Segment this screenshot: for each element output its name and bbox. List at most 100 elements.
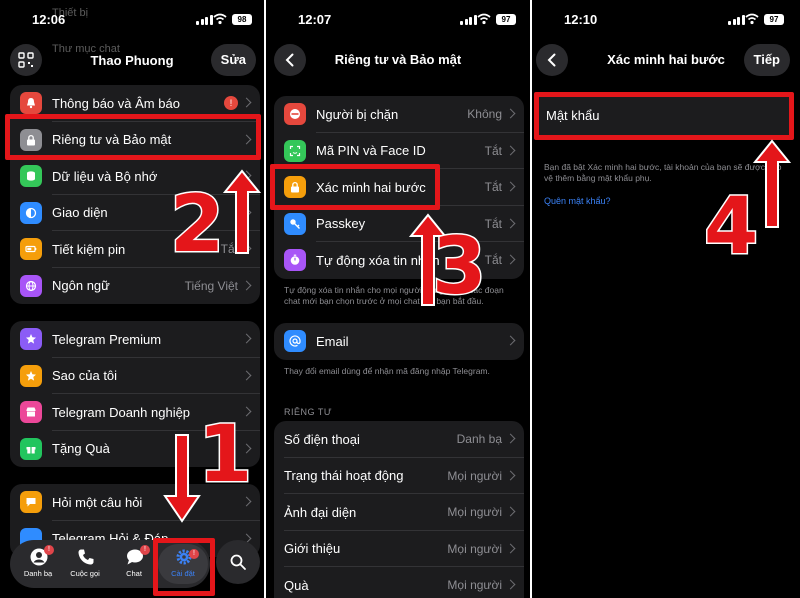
row-label: Trạng thái hoạt động bbox=[284, 468, 404, 484]
two-step-verification-panel: 12:10 97 Xác minh hai bước Tiếp Mật khẩu… bbox=[532, 0, 800, 598]
chevron-right-icon bbox=[505, 470, 516, 481]
row-label: Người bị chặn bbox=[316, 106, 399, 122]
bell-icon bbox=[20, 92, 42, 115]
tab-calls[interactable]: Cuộc gọi bbox=[60, 540, 110, 588]
tab-badge: ! bbox=[44, 545, 54, 555]
row-label: Số điện thoại bbox=[284, 431, 360, 447]
chevron-right-icon bbox=[505, 108, 516, 119]
settings-panel: 12:06 98 Thiết bị Thư mục chat Thao Phuo… bbox=[0, 0, 264, 598]
row-label: Giới thiệu bbox=[284, 541, 341, 557]
row-email[interactable]: Email bbox=[274, 323, 524, 360]
signal-icon bbox=[196, 15, 213, 25]
tab-contacts[interactable]: ! Danh bạ bbox=[13, 540, 63, 588]
email-note: Thay đổi email dùng để nhận mã đăng nhập… bbox=[284, 366, 490, 376]
star-icon bbox=[20, 364, 42, 387]
page-title: Riêng tư và Bảo mật bbox=[334, 52, 462, 67]
row-value: Tiếng Việt bbox=[184, 278, 238, 293]
chevron-right-icon bbox=[505, 433, 516, 444]
next-button[interactable]: Tiếp bbox=[743, 44, 790, 76]
status-time: 12:07 bbox=[298, 12, 332, 27]
row-label: Quà bbox=[284, 577, 309, 593]
row-label: Ảnh đại diện bbox=[284, 504, 357, 520]
highlight-privacy-row bbox=[5, 114, 261, 160]
highlight-two-step-row bbox=[270, 164, 440, 210]
arrow-down-icon bbox=[163, 434, 201, 523]
section-header-privacy: RIÊNG TƯ bbox=[284, 407, 333, 417]
chevron-right-icon bbox=[505, 145, 516, 156]
privacy-group: Số điện thoại Danh bạ Trạng thái hoạt độ… bbox=[274, 421, 524, 598]
chevron-right-icon bbox=[505, 543, 516, 554]
status-bar: 12:10 97 bbox=[532, 12, 800, 28]
row-label: Tiết kiệm pin bbox=[52, 241, 126, 257]
chevron-right-icon bbox=[505, 218, 516, 229]
chevron-right-icon bbox=[241, 280, 252, 291]
chevron-right-icon bbox=[241, 97, 252, 108]
row-gifts[interactable]: Quà Mọi người bbox=[274, 567, 524, 598]
block-icon bbox=[284, 103, 306, 126]
tab-label: Danh bạ bbox=[23, 569, 53, 578]
step-number: 4 bbox=[702, 182, 759, 272]
row-value: Mọi người bbox=[447, 578, 502, 593]
status-time: 12:10 bbox=[564, 12, 598, 27]
row-value: Không bbox=[467, 107, 502, 122]
battery-indicator: 98 bbox=[232, 14, 252, 25]
key-icon bbox=[284, 212, 306, 235]
chevron-right-icon bbox=[241, 370, 252, 381]
tab-chats[interactable]: ! Chat bbox=[109, 540, 159, 588]
step-number: 3 bbox=[430, 222, 487, 312]
row-label: Passkey bbox=[316, 216, 366, 232]
row-label: Dữ liệu và Bộ nhớ bbox=[52, 168, 158, 184]
row-auto-delete[interactable]: Tự động xóa tin nhắn Tắt bbox=[274, 242, 524, 279]
database-icon bbox=[20, 165, 42, 188]
row-label: Thông báo và Âm báo bbox=[52, 95, 180, 111]
wifi-icon bbox=[745, 13, 759, 25]
row-value: Mọi người bbox=[447, 505, 502, 520]
shop-icon bbox=[20, 401, 42, 424]
chevron-right-icon bbox=[505, 506, 516, 517]
status-bar: 12:07 97 bbox=[266, 12, 530, 28]
row-value: Tắt bbox=[484, 143, 502, 158]
at-sign-icon bbox=[284, 330, 306, 353]
row-last-seen[interactable]: Trạng thái hoạt động Mọi người bbox=[274, 458, 524, 494]
face-id-icon bbox=[284, 139, 306, 162]
row-bio[interactable]: Giới thiệu Mọi người bbox=[274, 531, 524, 567]
faded-item: Thiết bị bbox=[52, 7, 89, 19]
signal-icon bbox=[728, 15, 745, 25]
forgot-password-link[interactable]: Quên mật khẩu? bbox=[544, 196, 611, 206]
row-language[interactable]: Ngôn ngữ Tiếng Việt bbox=[10, 268, 260, 305]
search-button[interactable] bbox=[216, 540, 260, 584]
chevron-right-icon bbox=[241, 333, 252, 344]
row-phone-number[interactable]: Số điện thoại Danh bạ bbox=[274, 421, 524, 458]
row-telegram-premium[interactable]: Telegram Premium bbox=[10, 321, 260, 358]
tab-label: Chat bbox=[126, 569, 142, 578]
row-my-stars[interactable]: Sao của tôi bbox=[10, 358, 260, 394]
star-icon bbox=[20, 328, 42, 351]
chevron-right-icon bbox=[505, 254, 516, 265]
chevron-right-icon bbox=[505, 579, 516, 590]
row-value: Tắt bbox=[484, 253, 502, 268]
row-blocked-users[interactable]: Người bị chặn Không bbox=[274, 96, 524, 133]
half-circle-icon bbox=[20, 201, 42, 224]
search-icon bbox=[230, 554, 246, 570]
row-value: Mọi người bbox=[447, 541, 502, 556]
wifi-icon bbox=[213, 13, 227, 25]
row-label: Email bbox=[316, 333, 349, 349]
tab-label: Cuộc gọi bbox=[70, 569, 100, 578]
row-passkey[interactable]: Passkey Tắt bbox=[274, 206, 524, 242]
row-label: Ngôn ngữ bbox=[52, 278, 110, 294]
gift-icon bbox=[20, 437, 42, 460]
row-value: Tắt bbox=[484, 180, 502, 195]
status-bar: 12:06 98 bbox=[0, 12, 264, 28]
globe-icon bbox=[20, 274, 42, 297]
timer-icon bbox=[284, 249, 306, 272]
alert-badge: ! bbox=[224, 96, 238, 111]
phone-icon bbox=[78, 549, 94, 565]
edit-button[interactable]: Sửa bbox=[210, 44, 256, 76]
chevron-right-icon bbox=[505, 181, 516, 192]
row-profile-photo[interactable]: Ảnh đại diện Mọi người bbox=[274, 494, 524, 531]
privacy-security-panel: 12:07 97 Riêng tư và Bảo mật Người bị ch… bbox=[266, 0, 530, 598]
battery-icon bbox=[20, 238, 42, 261]
chat-icon bbox=[20, 491, 42, 514]
wifi-icon bbox=[477, 13, 491, 25]
tab-badge: ! bbox=[140, 545, 150, 555]
